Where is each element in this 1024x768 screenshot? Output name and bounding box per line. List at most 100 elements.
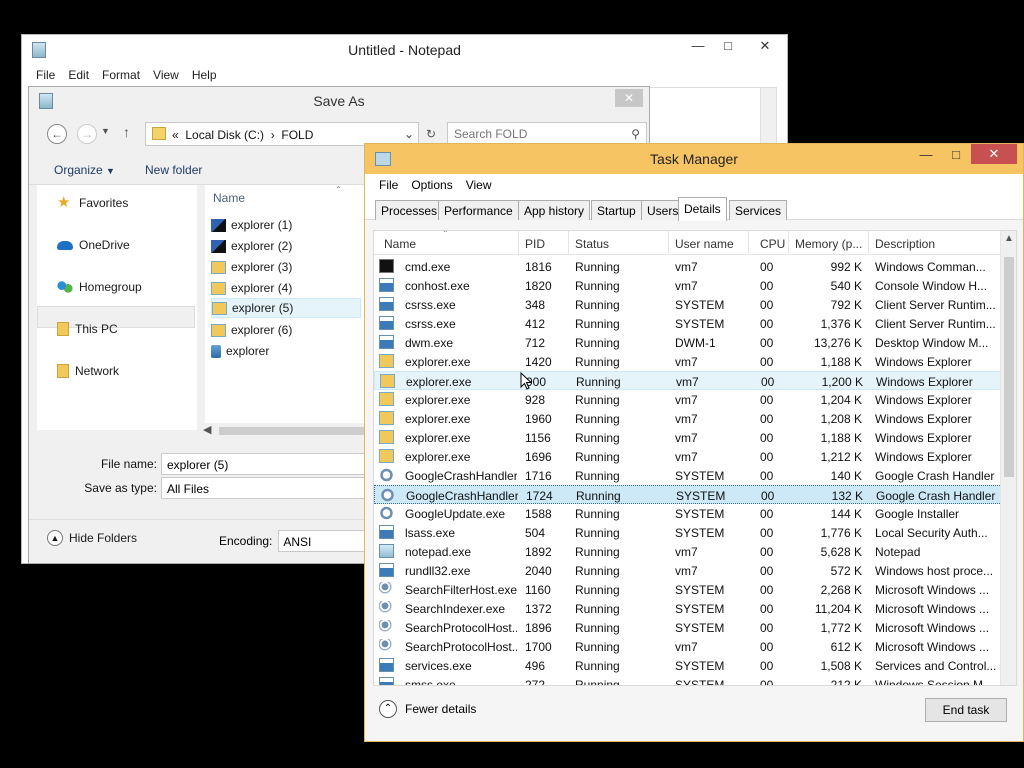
- scroll-up-icon[interactable]: ▲: [1004, 233, 1014, 244]
- table-row[interactable]: explorer.exe 1960 Running vm7 00 1,208 K Windo…: [374, 409, 1002, 428]
- scroll-thumb[interactable]: [1004, 257, 1014, 477]
- nav-item-onedrive[interactable]: OneDrive: [57, 235, 130, 255]
- cell-name: csrss.exe: [405, 317, 456, 331]
- table-row[interactable]: GoogleUpdate.exe 1588 Running SYSTEM 00 144 K…: [374, 504, 1002, 523]
- cell-pid: 272: [525, 678, 546, 686]
- table-row[interactable]: rundll32.exe 2040 Running vm7 00 572 K Windows…: [374, 561, 1002, 580]
- maximize-button[interactable]: □: [713, 35, 743, 57]
- minimize-button[interactable]: —: [683, 35, 713, 57]
- chevron-down-icon[interactable]: ⌄: [404, 127, 414, 141]
- encoding-select[interactable]: ANSI: [278, 530, 369, 552]
- table-row[interactable]: conhost.exe 1820 Running vm7 00 540 K Console …: [374, 276, 1002, 295]
- column-header-memory[interactable]: Memory (p...: [795, 237, 862, 251]
- cell-pid: 1588: [525, 507, 552, 521]
- table-row[interactable]: dwm.exe 712 Running DWM-1 00 13,276 K Desktop …: [374, 333, 1002, 352]
- table-row[interactable]: smss.exe 272 Running SYSTEM 00 212 K Windows S…: [374, 675, 1002, 686]
- up-arrow-icon[interactable]: ↑: [123, 124, 130, 140]
- list-item[interactable]: explorer (2): [211, 236, 361, 256]
- list-item[interactable]: explorer (4): [211, 278, 361, 298]
- minimize-button[interactable]: —: [911, 144, 941, 166]
- table-row[interactable]: explorer.exe 900 Running vm7 00 1,200 K Window…: [374, 371, 1002, 390]
- tab-performance[interactable]: Performance: [438, 200, 519, 220]
- fewer-details-button[interactable]: ⌃ Fewer details: [379, 700, 476, 718]
- menu-file[interactable]: File: [36, 68, 55, 82]
- breadcrumb-separator[interactable]: ›: [271, 128, 275, 142]
- table-row[interactable]: GoogleCrashHandler... 1716 Running SYSTEM 00…: [374, 466, 1002, 485]
- column-header-cpu[interactable]: CPU: [760, 237, 785, 251]
- table-row[interactable]: csrss.exe 348 Running SYSTEM 00 792 K Client S…: [374, 295, 1002, 314]
- tab-processes[interactable]: Processes: [375, 200, 444, 220]
- tab-services[interactable]: Services: [729, 200, 788, 220]
- forward-arrow-icon[interactable]: →: [77, 124, 97, 144]
- save-type-select[interactable]: All Files: [161, 477, 381, 499]
- cell-desc: Windows Explorer: [875, 431, 972, 445]
- list-item[interactable]: explorer (1): [211, 215, 361, 235]
- scroll-left-icon[interactable]: ◀: [203, 423, 211, 436]
- tab-details[interactable]: Details: [678, 197, 727, 221]
- table-row[interactable]: explorer.exe 1696 Running vm7 00 1,212 K Windo…: [374, 447, 1002, 466]
- refresh-icon[interactable]: ↻: [421, 124, 441, 144]
- vertical-scrollbar[interactable]: ▲: [1000, 231, 1016, 685]
- nav-item-homegroup[interactable]: Homegroup: [57, 277, 142, 297]
- table-row[interactable]: cmd.exe 1816 Running vm7 00 992 K Windows Comm…: [374, 257, 1002, 276]
- table-row[interactable]: explorer.exe 928 Running vm7 00 1,204 K Window…: [374, 390, 1002, 409]
- back-arrow-icon[interactable]: ←: [47, 124, 67, 144]
- maximize-button[interactable]: □: [941, 144, 971, 166]
- hide-folders-button[interactable]: ▲ Hide Folders: [47, 530, 137, 546]
- menu-edit[interactable]: Edit: [68, 68, 89, 82]
- column-header-pid[interactable]: PID: [525, 237, 545, 251]
- menu-help[interactable]: Help: [192, 68, 217, 82]
- breadcrumb-local-disk[interactable]: Local Disk (C:): [185, 128, 264, 142]
- nav-item-this-pc[interactable]: This PC: [57, 319, 118, 339]
- end-task-button[interactable]: End task: [925, 698, 1007, 722]
- tab-startup[interactable]: Startup: [591, 200, 642, 220]
- file-name-input[interactable]: explorer (5): [161, 453, 381, 475]
- breadcrumb-overflow[interactable]: «: [172, 128, 179, 142]
- menu-file[interactable]: File: [379, 178, 398, 192]
- menu-options[interactable]: Options: [411, 178, 452, 192]
- recent-chevron-icon[interactable]: ▼: [101, 126, 110, 136]
- new-folder-button[interactable]: New folder: [145, 163, 202, 177]
- table-row[interactable]: explorer.exe 1420 Running vm7 00 1,188 K Windo…: [374, 352, 1002, 371]
- table-row[interactable]: SearchFilterHost.exe 1160 Running SYSTEM 00 2…: [374, 580, 1002, 599]
- nav-item-network[interactable]: Network: [57, 361, 119, 381]
- organize-button[interactable]: Organize ▼: [54, 163, 115, 177]
- list-item[interactable]: explorer (3): [211, 257, 361, 277]
- table-row[interactable]: SearchProtocolHost.... 1700 Running vm7 00 61…: [374, 637, 1002, 656]
- tab-app-history[interactable]: App history: [518, 200, 591, 220]
- list-item[interactable]: explorer (6): [211, 320, 361, 340]
- table-row[interactable]: SearchIndexer.exe 1372 Running SYSTEM 00 11,2…: [374, 599, 1002, 618]
- close-button[interactable]: ✕: [615, 89, 643, 107]
- close-button[interactable]: ✕: [743, 35, 787, 57]
- close-button[interactable]: ✕: [971, 144, 1017, 164]
- nav-item-favorites[interactable]: ★ Favorites: [57, 193, 128, 213]
- search-icon[interactable]: ⚲: [631, 127, 640, 141]
- notepad-titlebar[interactable]: Untitled - Notepad — □ ✕: [22, 35, 787, 65]
- menu-view[interactable]: View: [153, 68, 179, 82]
- menu-format[interactable]: Format: [102, 68, 140, 82]
- save-as-titlebar[interactable]: Save As ✕: [29, 87, 649, 115]
- cell-mem: 992 K: [830, 260, 862, 274]
- table-row[interactable]: GoogleCrashHandler... 1724 Running SYSTEM 00…: [374, 485, 1002, 504]
- table-row[interactable]: notepad.exe 1892 Running vm7 00 5,628 K Notepa…: [374, 542, 1002, 561]
- breadcrumb-fold[interactable]: FOLD: [281, 128, 313, 142]
- horizontal-scrollbar[interactable]: ◀: [199, 423, 369, 439]
- search-input[interactable]: [448, 123, 618, 145]
- table-row[interactable]: services.exe 496 Running SYSTEM 00 1,508 K Ser…: [374, 656, 1002, 675]
- column-header-name[interactable]: Name: [213, 191, 245, 205]
- table-row[interactable]: csrss.exe 412 Running SYSTEM 00 1,376 K Client…: [374, 314, 1002, 333]
- app-icon: [379, 297, 394, 311]
- menu-view[interactable]: View: [466, 178, 492, 192]
- scroll-thumb[interactable]: [219, 427, 369, 435]
- column-header-description[interactable]: Description: [875, 237, 935, 251]
- column-header-user[interactable]: User name: [675, 237, 734, 251]
- table-row[interactable]: SearchProtocolHost.... 1896 Running SYSTEM 0…: [374, 618, 1002, 637]
- list-item[interactable]: explorer: [211, 341, 361, 361]
- column-header-status[interactable]: Status: [575, 237, 609, 251]
- cell-mem: 140 K: [830, 469, 862, 483]
- list-item-selected[interactable]: explorer (5): [211, 298, 361, 318]
- column-header-name[interactable]: Name: [384, 237, 416, 251]
- table-row[interactable]: lsass.exe 504 Running SYSTEM 00 1,776 K Local …: [374, 523, 1002, 542]
- task-manager-titlebar[interactable]: Task Manager — □ ✕: [365, 144, 1023, 174]
- table-row[interactable]: explorer.exe 1156 Running vm7 00 1,188 K Windo…: [374, 428, 1002, 447]
